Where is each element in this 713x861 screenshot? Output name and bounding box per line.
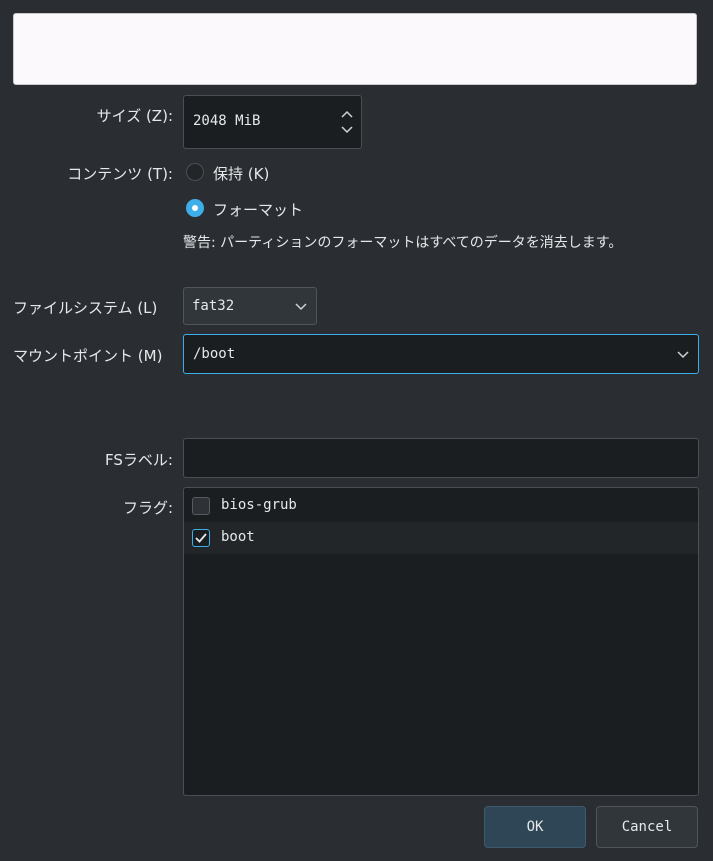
checkbox-bios-grub[interactable] bbox=[192, 497, 210, 515]
flag-label: boot bbox=[221, 529, 255, 545]
mountpoint-value: /boot bbox=[193, 346, 236, 362]
mountpoint-combo[interactable]: /boot bbox=[183, 334, 699, 374]
size-label: サイズ (Z): bbox=[96, 107, 173, 125]
size-spinbox[interactable]: 2048 MiB bbox=[183, 95, 362, 149]
format-warning: 警告: パーティションのフォーマットはすべてのデータを消去します。 bbox=[183, 235, 623, 251]
chevron-down-icon bbox=[677, 351, 689, 359]
flags-label: フラグ: bbox=[122, 499, 173, 517]
contents-label: コンテンツ (T): bbox=[67, 165, 173, 183]
filesystem-combo[interactable]: fat32 bbox=[183, 287, 317, 325]
mountpoint-label: マウントポイント (M) bbox=[13, 347, 163, 365]
flags-list[interactable]: bios-grub boot bbox=[183, 487, 699, 796]
filesystem-value: fat32 bbox=[192, 298, 235, 314]
radio-keep[interactable]: 保持 (K) bbox=[183, 163, 303, 183]
radio-format-indicator[interactable] bbox=[186, 199, 204, 217]
flag-item-boot[interactable]: boot bbox=[184, 522, 698, 554]
ok-button[interactable]: OK bbox=[484, 806, 586, 848]
cancel-button[interactable]: Cancel bbox=[596, 806, 698, 848]
radio-keep-label: 保持 (K) bbox=[213, 165, 270, 183]
spin-arrows-icon[interactable] bbox=[339, 108, 355, 136]
info-banner bbox=[13, 13, 697, 85]
checkbox-boot[interactable] bbox=[192, 529, 210, 547]
radio-format[interactable]: フォーマット bbox=[183, 199, 343, 219]
chevron-down-icon bbox=[295, 303, 307, 311]
flag-label: bios-grub bbox=[221, 497, 297, 513]
fslabel-label: FSラベル: bbox=[105, 451, 173, 469]
radio-format-label: フォーマット bbox=[213, 201, 304, 219]
fslabel-input[interactable] bbox=[183, 438, 699, 478]
size-value: 2048 MiB bbox=[193, 113, 261, 129]
flag-item-bios-grub[interactable]: bios-grub bbox=[184, 490, 698, 522]
radio-keep-indicator[interactable] bbox=[186, 163, 204, 181]
filesystem-label: ファイルシステム (L) bbox=[13, 299, 158, 317]
checkmark-icon bbox=[195, 533, 207, 543]
